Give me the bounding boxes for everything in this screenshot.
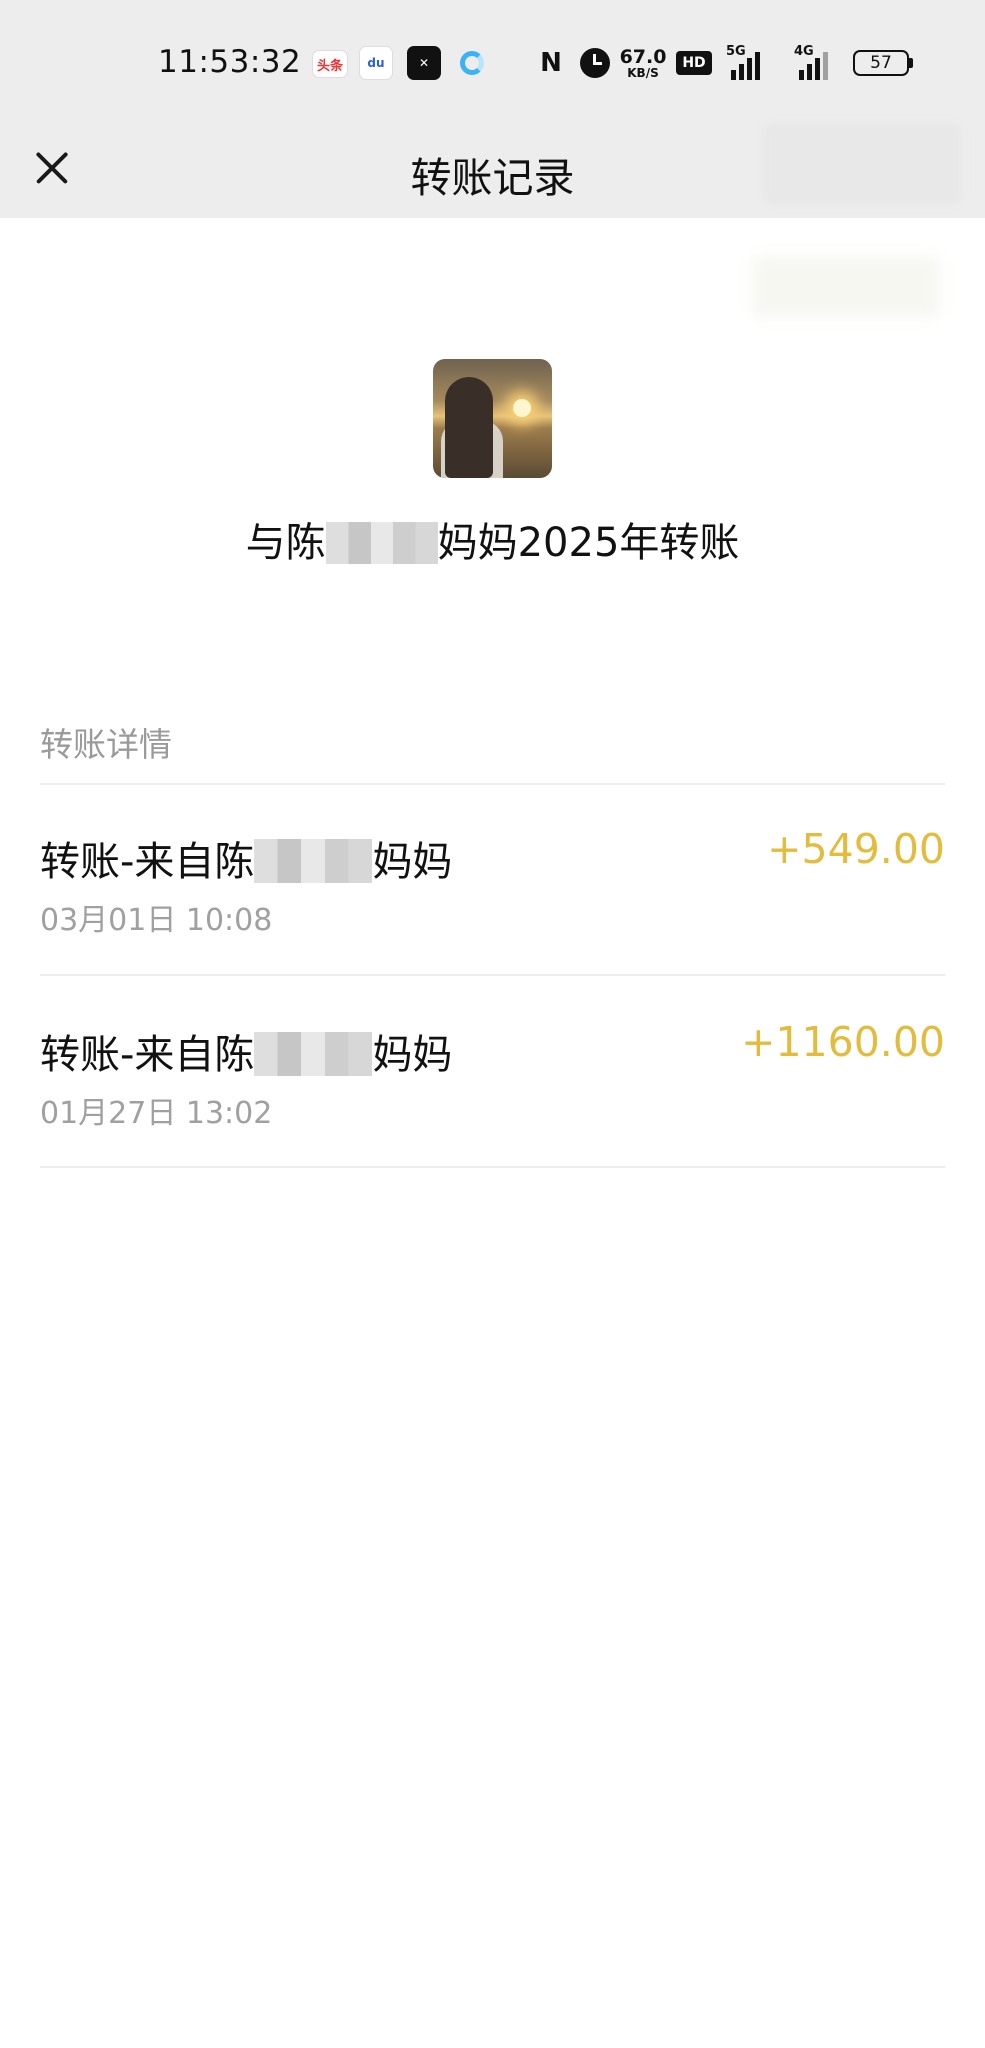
- signal-5g-label: 5G: [726, 44, 746, 59]
- transfer-amount: +549.00: [767, 825, 945, 873]
- heading-suffix: 妈妈2025年转账: [437, 520, 740, 566]
- header-redacted-area: [752, 256, 940, 318]
- nfc-icon: N: [540, 48, 562, 78]
- signal-5g-icon: 5G: [722, 44, 768, 80]
- signal-4g-label: 4G: [794, 44, 814, 59]
- alarm-icon: [578, 46, 612, 80]
- transfer-title: 转账-来自陈 妈妈: [40, 1022, 452, 1080]
- avatar: [433, 359, 552, 478]
- network-speed-value: 67.0: [619, 45, 667, 68]
- toutiao-app-icon: 头条: [312, 50, 348, 78]
- battery-level: 57: [853, 50, 909, 76]
- status-bar: 11:53:32 头条 du ✕ N 67.0 KB/S HD 5G 4G 57: [0, 0, 985, 120]
- transfer-amount: +1160.00: [741, 1018, 945, 1066]
- redacted-name-mosaic: [325, 522, 438, 564]
- qq-browser-app-icon: [455, 46, 489, 80]
- nav-right-redacted: [762, 124, 962, 204]
- transfer-title-suffix: 妈妈: [372, 839, 453, 885]
- baidu-app-icon: du: [359, 46, 393, 80]
- capcut-app-icon: ✕: [407, 46, 441, 80]
- contact-heading: 与陈 妈妈2025年转账: [0, 510, 985, 568]
- section-label: 转账详情: [40, 725, 172, 764]
- transfer-row[interactable]: 转账-来自陈 妈妈 03月01日 10:08 +549.00: [0, 783, 985, 973]
- redacted-name-mosaic: [254, 839, 373, 883]
- network-speed: 67.0 KB/S: [619, 45, 667, 80]
- transfer-title-suffix: 妈妈: [372, 1032, 453, 1078]
- hd-voice-icon: HD: [676, 46, 712, 80]
- network-speed-unit: KB/S: [627, 65, 659, 80]
- divider: [40, 1166, 945, 1168]
- transfer-title-prefix: 转账-来自陈: [40, 1032, 255, 1078]
- transfer-time: 03月01日 10:08: [40, 903, 273, 938]
- redacted-name-mosaic: [254, 1032, 373, 1076]
- heading-prefix: 与陈: [245, 520, 326, 566]
- hd-label: HD: [676, 51, 712, 75]
- transfer-title: 转账-来自陈 妈妈: [40, 829, 452, 887]
- transfer-title-prefix: 转账-来自陈: [40, 839, 255, 885]
- transfer-time: 01月27日 13:02: [40, 1096, 273, 1131]
- signal-4g-icon: 4G: [790, 44, 836, 80]
- nav-bar: 转账记录: [0, 120, 985, 218]
- status-time: 11:53:32: [158, 44, 302, 80]
- transfer-row[interactable]: 转账-来自陈 妈妈 01月27日 13:02 +1160.00: [0, 976, 985, 1166]
- battery-icon: 57: [852, 46, 914, 80]
